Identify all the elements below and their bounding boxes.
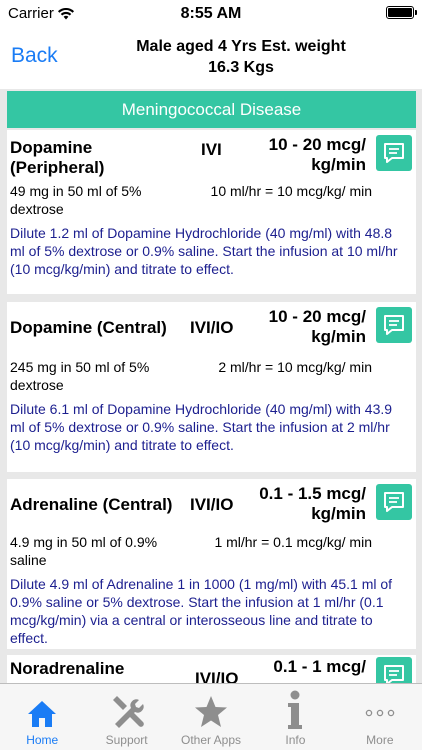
drug-card: Dopamine (Peripheral) IVI 10 - 20 mcg/ k… [7, 130, 416, 294]
drug-concentration: 49 mg in 50 ml of 5% dextrose [10, 183, 142, 217]
tab-label: More [366, 733, 394, 747]
drug-dose: 10 - 20 mcg/ kg/min [268, 135, 366, 174]
drug-instructions: Dilute 1.2 ml of Dopamine Hydrochloride … [10, 225, 398, 277]
drug-rate: 10 ml/hr = 10 mcg/kg/ min [210, 183, 372, 199]
tab-more[interactable]: More [338, 684, 422, 750]
drug-card: Noradrenaline IVI/IO 0.1 - 1 mcg/ [7, 655, 416, 683]
drug-dose: 0.1 - 1.5 mcg/ kg/min [259, 484, 366, 523]
drug-concentration: 4.9 mg in 50 ml of 0.9% saline [10, 534, 158, 568]
nav-bar: Back Male aged 4 Yrs Est. weight 16.3 Kg… [0, 32, 422, 84]
tab-label: Other Apps [180, 733, 242, 747]
back-button[interactable]: Back [11, 44, 58, 68]
drug-instructions: Dilute 4.9 ml of Adrenaline 1 in 1000 (1… [10, 576, 393, 646]
star-icon [195, 696, 228, 727]
tab-other-apps[interactable]: Other Apps [169, 684, 253, 750]
drug-route: IVI [201, 140, 222, 159]
tab-label: Home [26, 733, 59, 747]
status-time: 8:55 AM [180, 5, 242, 22]
drug-name: Adrenaline (Central) [10, 495, 173, 514]
drug-dose: 10 - 20 mcg/ kg/min [268, 307, 366, 346]
info-icon [288, 690, 303, 729]
drug-rate: 1 ml/hr = 0.1 mcg/kg/ min [214, 534, 372, 550]
message-icon[interactable] [376, 307, 412, 343]
drug-name: Noradrenaline [10, 659, 125, 678]
drug-card: Adrenaline (Central) IVI/IO 0.1 - 1.5 mc… [7, 479, 416, 649]
message-icon[interactable] [376, 484, 412, 520]
tab-support[interactable]: Support [84, 684, 168, 750]
section-header: Meningococcal Disease [7, 91, 416, 128]
message-icon[interactable] [376, 135, 412, 171]
tab-bar: Home Support Other Apps Info More [0, 683, 422, 750]
drug-concentration: 245 mg in 50 ml of 5% dextrose [10, 359, 150, 393]
battery-icon [386, 6, 417, 19]
drug-card: Dopamine (Central) IVI/IO 10 - 20 mcg/ k… [7, 302, 416, 472]
nav-title: Male aged 4 Yrs Est. weight 16.3 Kgs [70, 36, 412, 78]
more-icon [365, 709, 395, 717]
drug-list[interactable]: Meningococcal Disease Dopamine (Peripher… [0, 89, 422, 683]
tools-icon [112, 696, 144, 728]
tab-info[interactable]: Info [253, 684, 337, 750]
drug-rate: 2 ml/hr = 10 mcg/kg/ min [218, 359, 372, 375]
message-icon[interactable] [376, 657, 412, 683]
drug-name: Dopamine (Peripheral) [10, 138, 105, 177]
tab-label: Support [105, 733, 148, 747]
tab-label: Info [285, 733, 306, 747]
drug-name: Dopamine (Central) [10, 318, 167, 337]
nav-title-line1: Male aged 4 Yrs Est. weight [136, 38, 346, 55]
tab-home[interactable]: Home [0, 684, 84, 750]
drug-instructions: Dilute 6.1 ml of Dopamine Hydrochloride … [10, 401, 393, 453]
nav-title-line2: 16.3 Kgs [208, 59, 274, 76]
home-icon [28, 701, 57, 727]
drug-dose: 0.1 - 1 mcg/ [273, 657, 366, 676]
